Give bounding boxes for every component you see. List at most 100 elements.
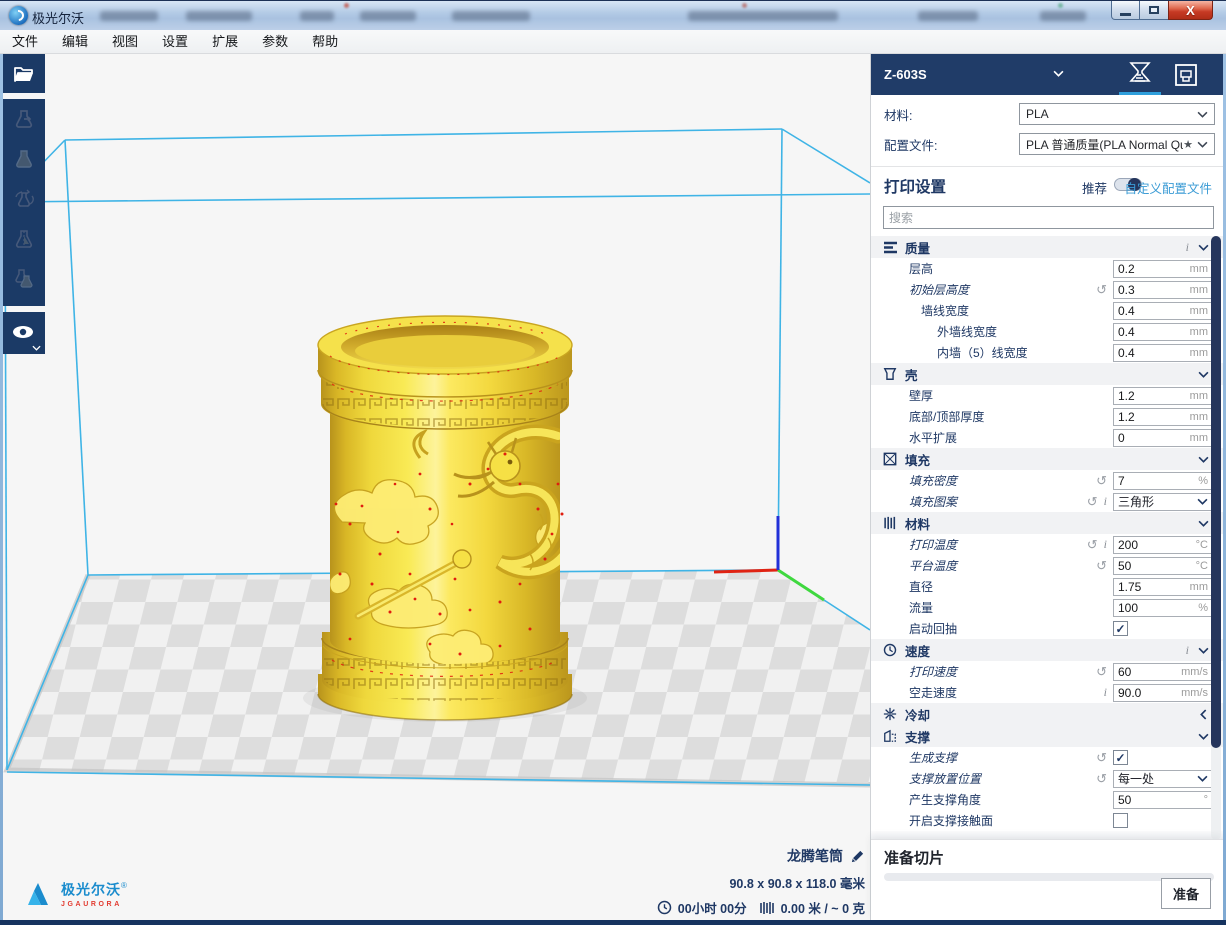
setting-value-field[interactable]: 0 mm bbox=[1113, 429, 1213, 447]
setting-value-field[interactable]: 200 °C bbox=[1113, 536, 1213, 554]
setting-value-field[interactable]: 50 ° bbox=[1113, 791, 1213, 809]
title-bar[interactable]: 极光尔沃 X bbox=[0, 0, 1226, 30]
tab-prepare-slice[interactable] bbox=[1119, 54, 1161, 95]
open-file-button[interactable] bbox=[3, 54, 45, 94]
move-tool-button[interactable] bbox=[3, 99, 45, 139]
setting-value-field[interactable]: 7 % bbox=[1113, 472, 1213, 490]
reset-icon[interactable]: ↺ bbox=[1087, 538, 1098, 551]
shell-icon bbox=[883, 367, 898, 381]
window-title: 极光尔沃 bbox=[32, 8, 84, 27]
menu-item-4[interactable]: 设置 bbox=[150, 30, 200, 53]
brand-logo-icon bbox=[26, 881, 56, 908]
recommended-label: 推荐 bbox=[1082, 178, 1107, 197]
menu-item-1[interactable]: 文件 bbox=[0, 30, 50, 53]
setting-value-field[interactable]: 0.3 mm bbox=[1113, 281, 1213, 299]
background-smudge bbox=[360, 11, 416, 21]
prepare-button[interactable]: 准备 bbox=[1161, 878, 1211, 909]
rotate-tool-button[interactable] bbox=[3, 179, 45, 219]
chevron-down-icon bbox=[1198, 456, 1209, 463]
setting-checkbox[interactable] bbox=[1113, 813, 1128, 828]
info-icon[interactable]: i bbox=[1186, 643, 1189, 658]
unit-label: ° bbox=[1204, 794, 1208, 806]
registered-mark: ® bbox=[121, 881, 127, 890]
info-icon[interactable]: i bbox=[1104, 537, 1107, 552]
info-icon[interactable]: i bbox=[1186, 240, 1189, 255]
section-header[interactable]: 填充 bbox=[871, 448, 1223, 470]
setting-checkbox[interactable]: ✓ bbox=[1113, 750, 1128, 765]
setting-value-field[interactable]: 100 % bbox=[1113, 599, 1213, 617]
setting-value-field[interactable]: 1.2 mm bbox=[1113, 387, 1213, 405]
mirror-tool-button[interactable] bbox=[3, 219, 45, 259]
section-header[interactable]: 质量 i bbox=[871, 236, 1223, 258]
setting-value-field[interactable]: 0.2 mm bbox=[1113, 260, 1213, 278]
per-model-settings-button[interactable] bbox=[3, 259, 45, 299]
setting-row: 产生支撑角度 50 ° bbox=[871, 789, 1223, 810]
scrollbar-thumb[interactable] bbox=[1211, 236, 1221, 748]
setting-checkbox[interactable]: ✓ bbox=[1113, 621, 1128, 636]
print-settings-title: 打印设置 bbox=[884, 175, 946, 197]
setting-row: 初始层高度 ↺ 0.3 mm bbox=[871, 279, 1223, 300]
reset-icon[interactable]: ↺ bbox=[1096, 474, 1107, 487]
unit-label: mm bbox=[1190, 432, 1208, 444]
unit-label: °C bbox=[1196, 539, 1208, 551]
infill-icon bbox=[883, 452, 898, 466]
menu-item-5[interactable]: 扩展 bbox=[200, 30, 250, 53]
machine-selector[interactable]: Z-603S bbox=[884, 67, 927, 82]
tab-monitor[interactable] bbox=[1165, 54, 1207, 95]
setting-dropdown[interactable]: 每一处 bbox=[1113, 770, 1213, 788]
minimize-button[interactable] bbox=[1111, 1, 1140, 20]
section-header[interactable]: 速度 i bbox=[871, 639, 1223, 661]
setting-value-field[interactable]: 1.2 mm bbox=[1113, 408, 1213, 426]
material-dropdown[interactable]: PLA bbox=[1019, 103, 1215, 125]
menu-item-3[interactable]: 视图 bbox=[100, 30, 150, 53]
maximize-button[interactable] bbox=[1140, 1, 1168, 20]
reset-icon[interactable]: ↺ bbox=[1096, 772, 1107, 785]
background-smudge bbox=[452, 11, 530, 21]
reset-icon[interactable]: ↺ bbox=[1096, 559, 1107, 572]
rename-pencil-icon[interactable] bbox=[850, 849, 865, 864]
section-header[interactable]: 支撑 bbox=[871, 725, 1223, 747]
info-icon[interactable]: i bbox=[1104, 494, 1107, 509]
menu-item-2[interactable]: 编辑 bbox=[50, 30, 100, 53]
unit-label: mm bbox=[1190, 305, 1208, 317]
settings-panel: Z-603S 材料: PLA bbox=[870, 54, 1223, 920]
print-time: 00小时 00分 bbox=[678, 898, 747, 917]
reset-icon[interactable]: ↺ bbox=[1096, 665, 1107, 678]
chevron-down-icon bbox=[1197, 141, 1208, 148]
settings-scrollbar[interactable] bbox=[1211, 236, 1221, 840]
menu-item-7[interactable]: 帮助 bbox=[300, 30, 350, 53]
close-button[interactable]: X bbox=[1168, 1, 1213, 20]
reset-icon[interactable]: ↺ bbox=[1096, 751, 1107, 764]
setting-row: 打印温度 ↺i 200 °C bbox=[871, 534, 1223, 555]
setting-value-field[interactable]: 90.0 mm/s bbox=[1113, 684, 1213, 702]
reset-icon[interactable]: ↺ bbox=[1087, 495, 1098, 508]
prepare-slice-title: 准备切片 bbox=[884, 847, 944, 868]
viewport-3d[interactable] bbox=[0, 54, 870, 920]
background-smudge bbox=[688, 11, 838, 21]
search-input[interactable] bbox=[883, 206, 1214, 229]
view-mode-button[interactable] bbox=[3, 312, 45, 354]
section-header[interactable]: 材料 bbox=[871, 512, 1223, 534]
custom-profile-link[interactable]: 自定义配置文件 bbox=[1124, 178, 1212, 197]
profile-dropdown[interactable]: PLA 普通质量(PLA Normal Qua ★ bbox=[1019, 133, 1215, 155]
setting-row: 支撑放置位置 ↺ 每一处 bbox=[871, 768, 1223, 789]
background-smudge bbox=[742, 3, 747, 8]
chevron-down-icon[interactable] bbox=[1053, 70, 1064, 77]
setting-value-field[interactable]: 60 mm/s bbox=[1113, 663, 1213, 681]
menu-item-6[interactable]: 参数 bbox=[250, 30, 300, 53]
setting-value-field[interactable]: 0.4 mm bbox=[1113, 302, 1213, 320]
setting-value-field[interactable]: 0.4 mm bbox=[1113, 323, 1213, 341]
section-header[interactable]: 冷却 bbox=[871, 703, 1223, 725]
info-icon[interactable]: i bbox=[1104, 685, 1107, 700]
profile-value: PLA 普通质量(PLA Normal Qua bbox=[1026, 136, 1183, 153]
setting-row: 水平扩展 0 mm bbox=[871, 427, 1223, 448]
reset-icon[interactable]: ↺ bbox=[1096, 283, 1107, 296]
section-header[interactable]: 壳 bbox=[871, 363, 1223, 385]
scale-tool-button[interactable] bbox=[3, 139, 45, 179]
setting-value-field[interactable]: 1.75 mm bbox=[1113, 578, 1213, 596]
setting-value-field[interactable]: 0.4 mm bbox=[1113, 344, 1213, 362]
support-icon bbox=[883, 729, 898, 743]
prepare-slice-panel: 准备切片 准备 bbox=[871, 839, 1223, 920]
setting-dropdown[interactable]: 三角形 bbox=[1113, 493, 1213, 511]
setting-value-field[interactable]: 50 °C bbox=[1113, 557, 1213, 575]
